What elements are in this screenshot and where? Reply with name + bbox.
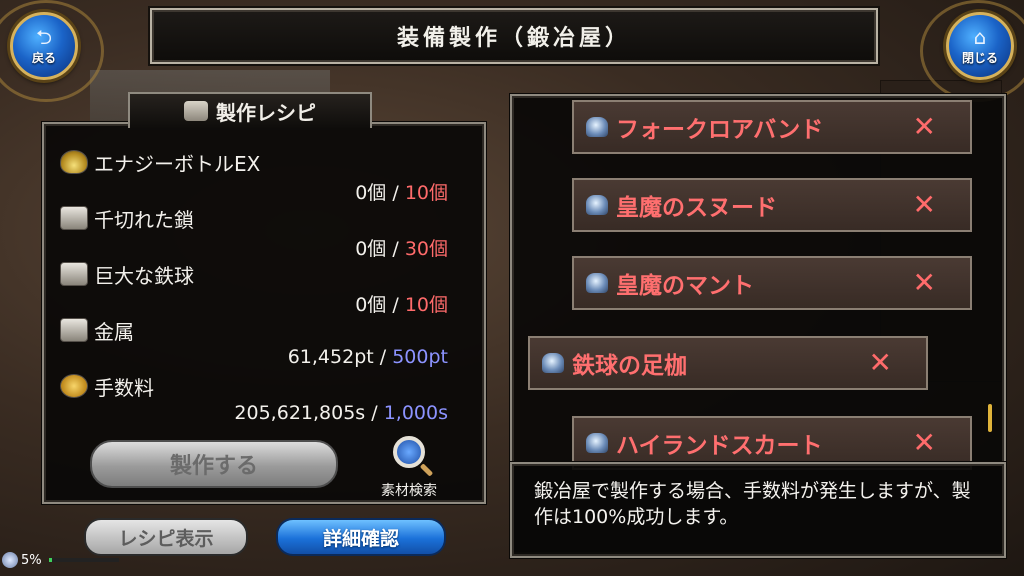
close-button[interactable]: ⌂ 閉じる <box>946 12 1014 80</box>
recipe-display-button[interactable]: レシピ表示 <box>84 518 248 556</box>
equipment-name: 皇魔のマント <box>616 273 754 299</box>
detail-confirm-button[interactable]: 詳細確認 <box>276 518 446 556</box>
close-button-label: 閉じる <box>961 50 998 65</box>
equipment-icon <box>586 433 608 453</box>
quantity-separator: / <box>392 182 399 204</box>
equipment-name: 鉄球の足枷 <box>572 353 687 379</box>
equipment-icon <box>542 353 564 373</box>
material-search-label: 素材検索 <box>381 483 437 499</box>
status-icon <box>2 552 18 568</box>
cannot-craft-icon: ✕ <box>912 110 936 143</box>
back-arrow-icon: ⮌ <box>35 24 53 49</box>
ingot-icon <box>60 206 88 230</box>
material-need: 1,000s <box>383 402 448 424</box>
ingot-icon <box>60 262 88 286</box>
status-bar <box>48 558 119 562</box>
material-need: 30個 <box>404 238 448 260</box>
material-row: 金属 61,452pt / 500pt <box>60 316 460 372</box>
quantity-separator: / <box>392 294 399 316</box>
recipe-book-icon <box>184 101 208 121</box>
material-quantity: 0個 / 10個 <box>355 290 448 317</box>
status-bar-fill <box>48 558 53 562</box>
material-have: 61,452pt <box>287 346 374 368</box>
quantity-separator: / <box>379 346 387 368</box>
status-indicator: 5% <box>2 552 119 568</box>
material-row: 手数料 205,621,805s / 1,000s <box>60 372 460 428</box>
detail-confirm-label: 詳細確認 <box>322 527 399 550</box>
material-need: 500pt <box>392 346 448 368</box>
list-scrollbar[interactable] <box>988 404 992 432</box>
equipment-item[interactable]: フォークロアバンド ✕ <box>572 100 972 154</box>
material-quantity: 205,621,805s / 1,000s <box>234 402 448 424</box>
material-have: 205,621,805s <box>234 402 366 424</box>
craft-button[interactable]: 製作する <box>90 440 338 488</box>
status-percent: 5% <box>21 552 42 568</box>
potion-icon <box>60 150 88 174</box>
material-quantity: 0個 / 10個 <box>355 178 448 205</box>
equipment-icon <box>586 117 608 137</box>
cannot-craft-icon: ✕ <box>868 346 892 379</box>
back-button[interactable]: ⮌ 戻る <box>10 12 78 80</box>
material-need: 10個 <box>404 294 448 316</box>
recipe-header: 製作レシピ <box>128 92 372 128</box>
cannot-craft-icon: ✕ <box>912 426 936 459</box>
equipment-name: ハイランドスカート <box>616 433 823 459</box>
home-icon: ⌂ <box>973 24 987 49</box>
back-button-label: 戻る <box>31 50 56 65</box>
material-quantity: 61,452pt / 500pt <box>288 346 448 368</box>
material-row: 巨大な鉄球 0個 / 10個 <box>60 260 460 316</box>
magnifier-icon <box>393 436 425 468</box>
cannot-craft-icon: ✕ <box>912 266 936 299</box>
info-message: 鍛冶屋で製作する場合、手数料が発生しますが、製作は100%成功します。 <box>534 480 971 528</box>
material-name: 巨大な鉄球 <box>94 264 194 288</box>
quantity-separator: / <box>371 402 378 424</box>
equipment-icon <box>586 195 608 215</box>
craft-button-label: 製作する <box>169 454 258 479</box>
equipment-name: フォークロアバンド <box>616 117 824 143</box>
ingot-icon <box>60 318 88 342</box>
material-have: 0個 <box>355 238 387 260</box>
equipment-item[interactable]: 皇魔のマント ✕ <box>572 256 972 310</box>
material-name: 手数料 <box>94 376 154 400</box>
equipment-item-selected[interactable]: 鉄球の足枷 ✕ <box>528 336 928 390</box>
material-row: エナジーボトルEX 0個 / 10個 <box>60 148 460 204</box>
recipe-title: 製作レシピ <box>216 100 316 125</box>
recipe-display-label: レシピ表示 <box>118 527 214 550</box>
title-bar: 装備製作（鍛冶屋） <box>150 8 878 64</box>
material-have: 0個 <box>355 182 387 204</box>
equipment-item[interactable]: 皇魔のスヌード ✕ <box>572 178 972 232</box>
page-title: 装備製作（鍛冶屋） <box>396 26 631 51</box>
material-name: 千切れた鎖 <box>94 208 194 232</box>
material-search-button[interactable]: 素材検索 <box>364 436 454 499</box>
material-have: 0個 <box>355 294 387 316</box>
cannot-craft-icon: ✕ <box>912 188 936 221</box>
equipment-name: 皇魔のスヌード <box>616 195 777 221</box>
quantity-separator: / <box>392 238 399 260</box>
material-name: 金属 <box>94 320 134 344</box>
coin-icon <box>60 374 88 398</box>
equipment-icon <box>586 273 608 293</box>
material-row: 千切れた鎖 0個 / 30個 <box>60 204 460 260</box>
material-name: エナジーボトルEX <box>94 152 261 176</box>
material-need: 10個 <box>404 182 448 204</box>
material-quantity: 0個 / 30個 <box>355 234 448 261</box>
